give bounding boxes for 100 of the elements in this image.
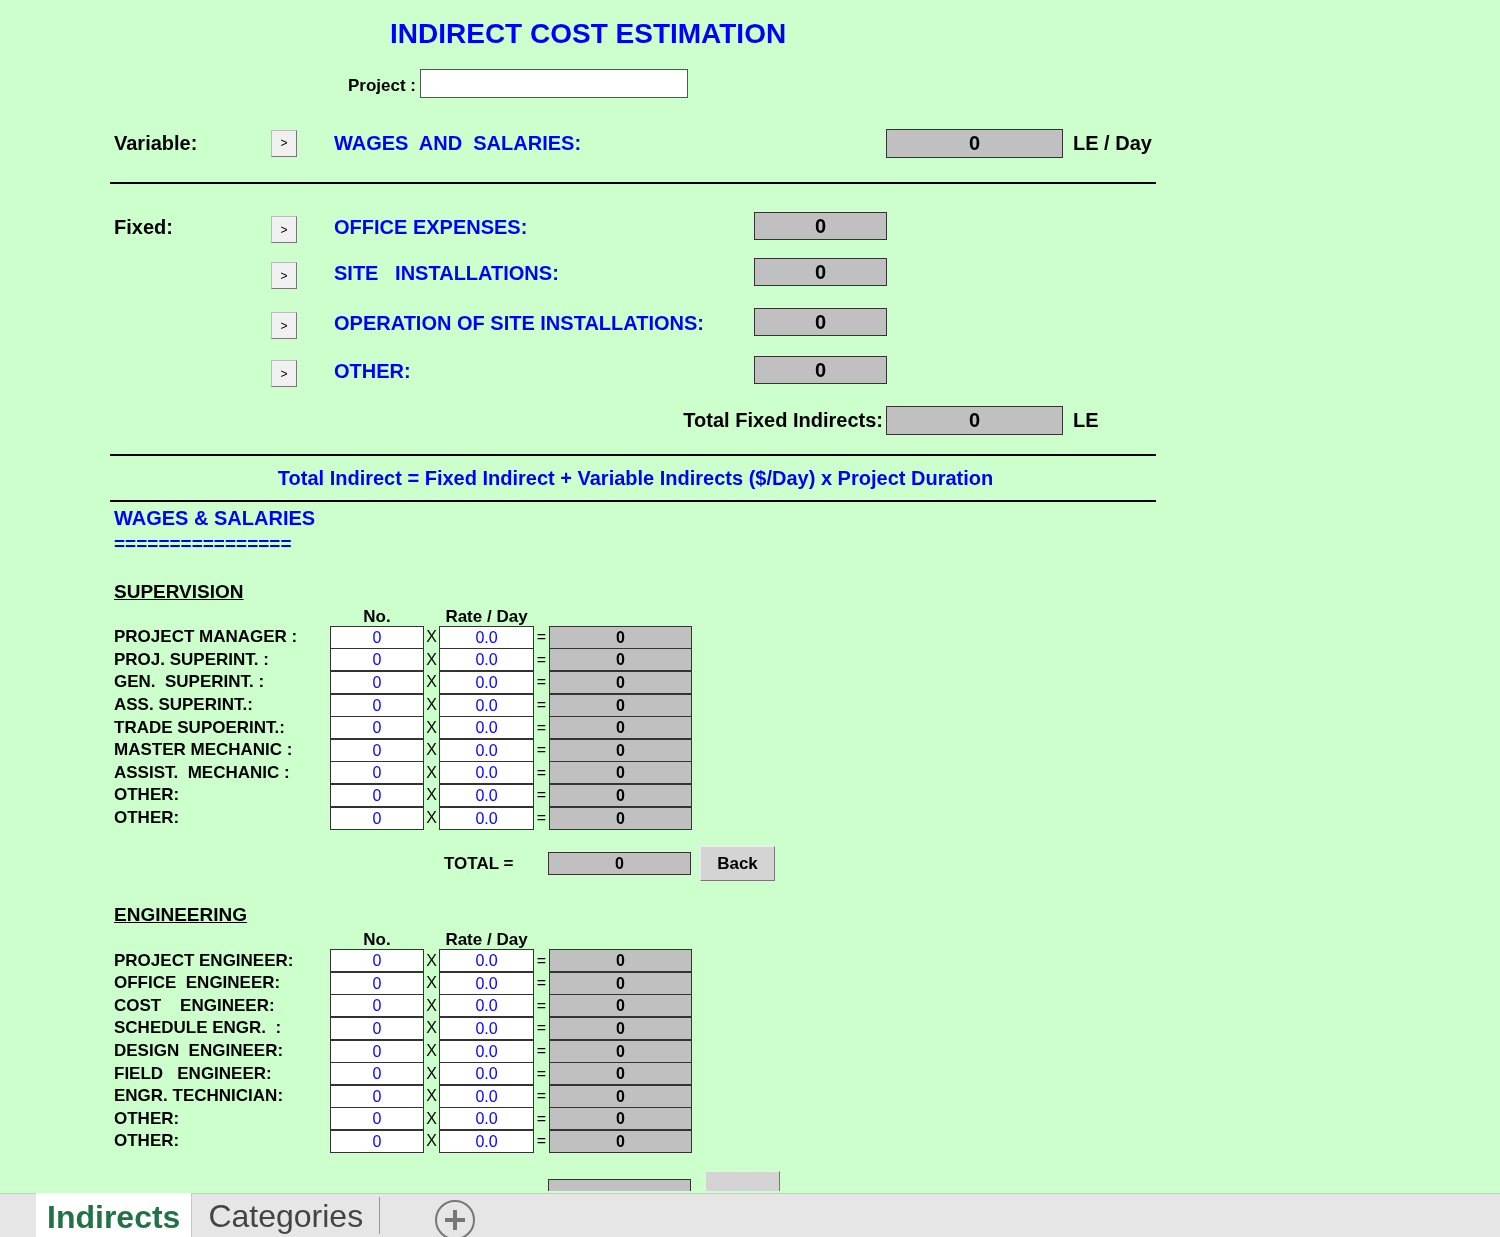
section-label: Variable:	[113, 131, 199, 156]
row-label: MASTER MECHANIC :	[113, 740, 294, 761]
rate-field[interactable]: 0.0	[439, 1084, 534, 1108]
number-field[interactable]: 0	[330, 738, 424, 762]
rate-field[interactable]: 0.0	[439, 1039, 534, 1063]
equals-sign: =	[535, 717, 548, 738]
row-label: TRADE SUPOERINT.:	[113, 717, 286, 738]
formula-text: Total Indirect = Fixed Indirect + Variable Indirects ($/Day) x Project Duration	[277, 466, 994, 491]
row-label: OTHER:	[113, 1131, 181, 1152]
equals-sign: =	[535, 1108, 548, 1129]
arrow-button[interactable]: >	[271, 129, 297, 157]
number-field[interactable]: 0	[330, 1016, 424, 1040]
result-cell: 0	[549, 648, 692, 672]
result-cell: 0	[549, 1084, 692, 1108]
arrow-button[interactable]: >	[271, 262, 297, 289]
rate-field[interactable]: 0.0	[439, 648, 534, 672]
row-label: PROJECT ENGINEER:	[113, 950, 295, 971]
arrow-button[interactable]: >	[271, 360, 297, 387]
back-button[interactable]: Back	[700, 845, 775, 881]
rate-field[interactable]: 0.0	[439, 716, 534, 740]
equals-sign: =	[535, 950, 548, 971]
group-title: SUPERVISION	[113, 579, 244, 604]
times-sign: X	[425, 1108, 438, 1129]
result-cell: 0	[549, 949, 692, 973]
number-field[interactable]: 0	[330, 671, 424, 694]
page-title: INDIRECT COST ESTIMATION	[390, 17, 787, 51]
times-sign: X	[425, 762, 438, 783]
rate-field[interactable]: 0.0	[439, 761, 534, 785]
sheet-tab[interactable]: Categories	[192, 1197, 381, 1234]
column-header: Rate / Day	[444, 608, 529, 626]
result-cell: 0	[549, 806, 692, 830]
times-sign: X	[425, 1018, 438, 1039]
arrow-button[interactable]: >	[271, 312, 297, 339]
total-cell: 0	[548, 851, 691, 875]
rate-field[interactable]: 0.0	[439, 738, 534, 762]
item-heading: WAGES AND SALARIES:	[334, 131, 583, 156]
row-label: OTHER:	[113, 1108, 181, 1129]
result-cell: 0	[549, 783, 692, 807]
times-sign: X	[425, 717, 438, 738]
number-field[interactable]: 0	[330, 1129, 424, 1153]
rate-field[interactable]: 0.0	[439, 1062, 534, 1086]
sheet-tab[interactable]: Indirects	[36, 1193, 193, 1237]
rate-field[interactable]: 0.0	[439, 625, 534, 649]
row-label: ASS. SUPERINT.:	[113, 695, 254, 716]
project-field[interactable]	[420, 68, 688, 98]
equals-sign: =	[535, 762, 548, 783]
item-heading: SITE INSTALLATIONS:	[334, 261, 560, 286]
number-field[interactable]: 0	[330, 949, 424, 973]
value-cell: 0	[886, 128, 1063, 158]
row-label: DESIGN ENGINEER:	[113, 1041, 285, 1061]
rate-field[interactable]: 0.0	[439, 949, 534, 973]
result-cell: 0	[549, 625, 692, 649]
rate-field[interactable]: 0.0	[439, 806, 534, 830]
times-sign: X	[425, 740, 438, 761]
rate-field[interactable]: 0.0	[439, 693, 534, 717]
total-label: TOTAL =	[444, 852, 515, 875]
number-field[interactable]: 0	[330, 625, 424, 649]
number-field[interactable]: 0	[330, 994, 424, 1018]
result-cell: 0	[549, 1062, 692, 1086]
item-heading: OTHER:	[334, 359, 412, 384]
number-field[interactable]: 0	[330, 1062, 424, 1086]
project-label: Project :	[346, 75, 417, 98]
number-field[interactable]: 0	[330, 761, 424, 785]
rate-field[interactable]: 0.0	[439, 671, 534, 694]
number-field[interactable]: 0	[330, 716, 424, 740]
number-field[interactable]: 0	[330, 648, 424, 672]
add-sheet-button[interactable]	[434, 1199, 477, 1237]
number-field[interactable]: 0	[330, 1107, 424, 1131]
row-label: GEN. SUPERINT. :	[113, 672, 266, 693]
rate-field[interactable]: 0.0	[439, 783, 534, 807]
row-label: OFFICE ENGINEER:	[113, 973, 282, 994]
equals-sign: =	[535, 1063, 548, 1084]
number-field[interactable]: 0	[330, 1084, 424, 1108]
equals-sign: =	[535, 695, 548, 716]
section-rule: ================	[113, 534, 292, 554]
rate-field[interactable]: 0.0	[439, 1016, 534, 1040]
rate-field[interactable]: 0.0	[439, 1129, 534, 1153]
column-header: Rate / Day	[444, 931, 529, 950]
equals-sign: =	[535, 1041, 548, 1061]
equals-sign: =	[535, 808, 548, 829]
rate-field[interactable]: 0.0	[439, 1107, 534, 1131]
number-field[interactable]: 0	[330, 693, 424, 717]
equals-sign: =	[535, 672, 548, 693]
rate-field[interactable]: 0.0	[439, 994, 534, 1018]
value-cell: 0	[886, 405, 1063, 435]
section-title: WAGES & SALARIES	[113, 506, 316, 531]
row-label: COST ENGINEER:	[113, 995, 276, 1016]
equals-sign: =	[535, 1018, 548, 1039]
times-sign: X	[425, 1086, 438, 1107]
arrow-button[interactable]: >	[271, 216, 297, 243]
number-field[interactable]: 0	[330, 1039, 424, 1063]
rate-field[interactable]: 0.0	[439, 971, 534, 995]
number-field[interactable]: 0	[330, 971, 424, 995]
equals-sign: =	[535, 1131, 548, 1152]
row-label: PROJ. SUPERINT. :	[113, 649, 270, 670]
times-sign: X	[425, 627, 438, 648]
number-field[interactable]: 0	[330, 806, 424, 830]
row-label: OTHER:	[113, 785, 181, 806]
number-field[interactable]: 0	[330, 783, 424, 807]
result-cell: 0	[549, 1107, 692, 1131]
